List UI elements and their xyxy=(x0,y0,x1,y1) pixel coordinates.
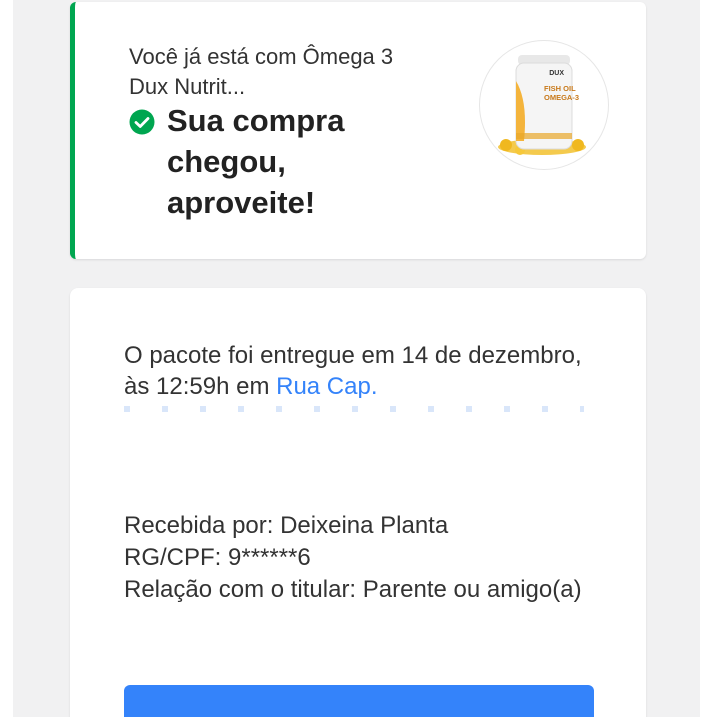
delivery-info: O pacote foi entregue em 14 de dezembro,… xyxy=(124,340,594,402)
product-name: Você já está com Ômega 3 Dux Nutrit... xyxy=(129,44,394,99)
received-by: Recebida por: Deixeina Planta xyxy=(124,512,449,539)
primary-action-button[interactable] xyxy=(124,685,594,717)
fish-oil-bottle-icon: DUX FISH OIL OMEGA-3 xyxy=(498,55,586,155)
check-circle-icon xyxy=(129,109,155,135)
delivery-address-link[interactable]: Rua Cap. xyxy=(276,373,377,400)
product-label-line1: FISH OIL xyxy=(544,84,576,93)
delivery-details-card: O pacote foi entregue em 14 de dezembro,… xyxy=(70,288,646,717)
product-brand-text: DUX xyxy=(549,70,564,77)
document-number: RG/CPF: 9******6 xyxy=(124,544,311,571)
product-label-line2: OMEGA-3 xyxy=(544,93,579,102)
status-title: Sua compra chegou, aproveite! xyxy=(167,103,345,220)
screen: Você já está com Ômega 3 Dux Nutrit... S… xyxy=(0,0,717,717)
relationship: Relação com o titular: Parente ou amigo(… xyxy=(124,576,582,603)
receipt-info: Recebida por: Deixeina Planta RG/CPF: 9*… xyxy=(124,510,594,606)
delivery-status-card: Você já está com Ômega 3 Dux Nutrit... S… xyxy=(70,2,646,259)
product-thumbnail[interactable]: DUX FISH OIL OMEGA-3 xyxy=(479,40,609,170)
redacted-address-trace xyxy=(124,406,584,412)
